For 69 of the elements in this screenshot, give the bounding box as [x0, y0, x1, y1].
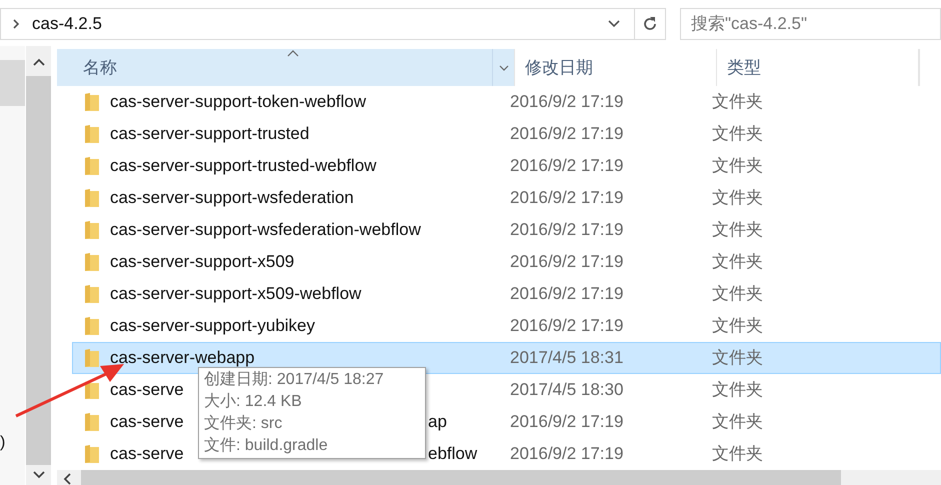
dropdown-icon[interactable]: [608, 20, 620, 28]
file-name[interactable]: cas-server-support-trusted-webflow: [110, 153, 376, 179]
file-name[interactable]: cas-server-support-x509-webflow: [110, 281, 362, 307]
address-path: cas-4.2.5: [32, 13, 103, 36]
modified-date: 2016/9/2 17:19: [510, 315, 624, 338]
folder-icon: [84, 380, 100, 400]
modified-date: 2017/4/5 18:31: [510, 347, 624, 370]
file-name-end: ebflow: [428, 443, 478, 466]
file-name[interactable]: cas-serve: [110, 409, 184, 435]
chevron-right-icon: [12, 19, 20, 29]
file-type: 文件夹: [712, 443, 763, 466]
scroll-left-icon[interactable]: [63, 473, 71, 485]
column-header[interactable]: 类型: [717, 49, 919, 86]
folder-icon: [84, 92, 100, 112]
file-name[interactable]: cas-server-support-token-webflow: [110, 89, 366, 115]
tooltip-line: 文件夹: src: [204, 414, 284, 434]
file-type: 文件夹: [712, 379, 763, 402]
modified-date: 2016/9/2 17:19: [510, 155, 624, 178]
folder-icon: [84, 284, 100, 304]
file-type: 文件夹: [712, 251, 763, 274]
file-name[interactable]: cas-server-support-wsfederation: [110, 185, 354, 211]
modified-date: 2017/4/5 18:30: [510, 379, 624, 402]
tooltip-line: 大小: 12.4 KB: [204, 392, 303, 412]
file-type: 文件夹: [712, 315, 763, 338]
modified-date: 2016/9/2 17:19: [510, 443, 624, 466]
folder-icon: [84, 444, 100, 464]
file-name-end: ap: [428, 411, 447, 434]
scroll-up-icon[interactable]: [32, 58, 44, 66]
file-type: 文件夹: [712, 187, 763, 210]
file-type: 文件夹: [712, 347, 763, 370]
file-name[interactable]: cas-server-support-x509: [110, 249, 294, 275]
modified-date: 2016/9/2 17:19: [510, 283, 624, 306]
file-name[interactable]: cas-server-webapp: [110, 345, 255, 371]
file-type: 文件夹: [712, 123, 763, 146]
folder-icon: [84, 316, 100, 336]
search-placeholder: 搜索"cas-4.2.5": [691, 13, 807, 36]
folder-icon: [84, 412, 100, 432]
modified-date: 2016/9/2 17:19: [510, 251, 624, 274]
modified-date: 2016/9/2 17:19: [510, 123, 624, 146]
file-name[interactable]: cas-server-support-yubikey: [110, 313, 316, 339]
folder-icon: [84, 348, 100, 368]
file-type: 文件夹: [712, 219, 763, 242]
file-type: 文件夹: [712, 155, 763, 178]
column-header[interactable]: 修改日期: [515, 49, 717, 86]
search-field[interactable]: 搜索"cas-4.2.5": [680, 8, 941, 40]
modified-date: 2016/9/2 17:19: [510, 219, 624, 242]
address-bar[interactable]: cas-4.2.5: [0, 8, 666, 40]
sort-caret-icon: [287, 50, 299, 57]
file-name[interactable]: cas-serve: [110, 441, 184, 467]
folder-icon: [84, 156, 100, 176]
modified-date: 2016/9/2 17:19: [510, 187, 624, 210]
scroll-down-icon[interactable]: [32, 471, 44, 479]
folder-icon: [84, 188, 100, 208]
nav-item-text: ): [0, 433, 6, 453]
folder-icon: [84, 124, 100, 144]
modified-date: 2016/9/2 17:19: [510, 91, 624, 114]
refresh-icon[interactable]: [641, 15, 659, 33]
column-header[interactable]: 名称: [57, 49, 515, 86]
folder-icon: [84, 252, 100, 272]
file-type: 文件夹: [712, 283, 763, 306]
column-dropdown-icon[interactable]: [498, 64, 508, 70]
file-type: 文件夹: [712, 91, 763, 114]
file-name[interactable]: cas-serve: [110, 377, 184, 403]
modified-date: 2016/9/2 17:19: [510, 411, 624, 434]
file-name[interactable]: cas-server-support-trusted: [110, 121, 310, 147]
file-type: 文件夹: [712, 411, 763, 434]
tooltip-line: 文件: build.gradle: [204, 436, 329, 456]
folder-icon: [84, 220, 100, 240]
file-name[interactable]: cas-server-support-wsfederation-webflow: [110, 217, 421, 243]
